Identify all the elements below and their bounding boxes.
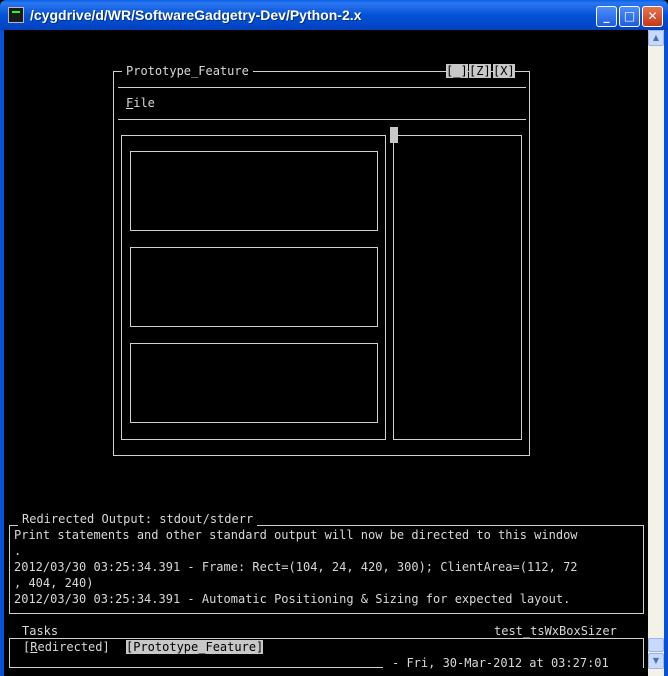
redirected-output-title: Redirected Output: stdout/stderr (18, 512, 258, 526)
window-titlebar[interactable]: /cygdrive/d/WR/SoftwareGadgetry-Dev/Pyth… (0, 0, 668, 30)
menu-file[interactable]: File (126, 96, 155, 110)
minimize-icon[interactable]: _ (596, 6, 617, 27)
frame-minimize-button[interactable]: [_] (446, 64, 468, 78)
scroll-down-arrow-icon[interactable]: ▼ (648, 653, 664, 669)
window-border-right (664, 30, 668, 676)
frame-maximize-button[interactable]: [Z] (469, 64, 491, 78)
scrollbar-thumb[interactable] (648, 638, 664, 652)
output-line: Print statements and other standard outp… (14, 528, 578, 542)
output-line: 2012/03/30 03:25:34.391 - Frame: Rect=(1… (14, 560, 578, 574)
right-panel[interactable] (393, 135, 522, 440)
frame-close-button[interactable]: [X] (493, 64, 515, 78)
frame-title: Prototype_Feature (122, 64, 253, 78)
close-icon[interactable]: ✕ (642, 6, 663, 27)
scroll-up-arrow-icon[interactable]: ▲ (648, 30, 664, 46)
task-prototype-feature-button[interactable]: [Prototype_Feature] (126, 640, 264, 654)
output-line: , 404, 240) (14, 576, 94, 590)
sizer-box-2[interactable] (130, 247, 378, 327)
output-line: 2012/03/30 03:25:34.391 - Automatic Posi… (14, 592, 571, 606)
tasks-bottom-border (9, 667, 383, 668)
terminal-app-icon[interactable] (8, 7, 24, 23)
terminal-area[interactable]: Prototype_Feature [_] [Z] [X] File Redir… (4, 30, 648, 676)
task-redirected-rest: edirected] (37, 640, 110, 654)
text-cursor (390, 127, 398, 143)
frame-divider-menu (118, 119, 526, 120)
frame-divider-top (118, 87, 526, 88)
output-line: . (14, 544, 22, 558)
sizer-box-3[interactable] (130, 343, 378, 423)
app-name: test_tsWxBoxSizer (490, 624, 621, 638)
tasks-title: Tasks (18, 624, 63, 638)
menu-file-rest: ile (133, 96, 155, 110)
window-title: /cygdrive/d/WR/SoftwareGadgetry-Dev/Pyth… (30, 7, 362, 23)
sizer-box-1[interactable] (130, 151, 378, 231)
vertical-scrollbar[interactable]: ▲ ▼ (648, 30, 664, 676)
status-datetime: - Fri, 30-Mar-2012 at 03:27:01 (388, 656, 613, 670)
task-redirected-button[interactable]: [Redirected] (23, 640, 110, 654)
maximize-icon[interactable]: □ (619, 6, 640, 27)
